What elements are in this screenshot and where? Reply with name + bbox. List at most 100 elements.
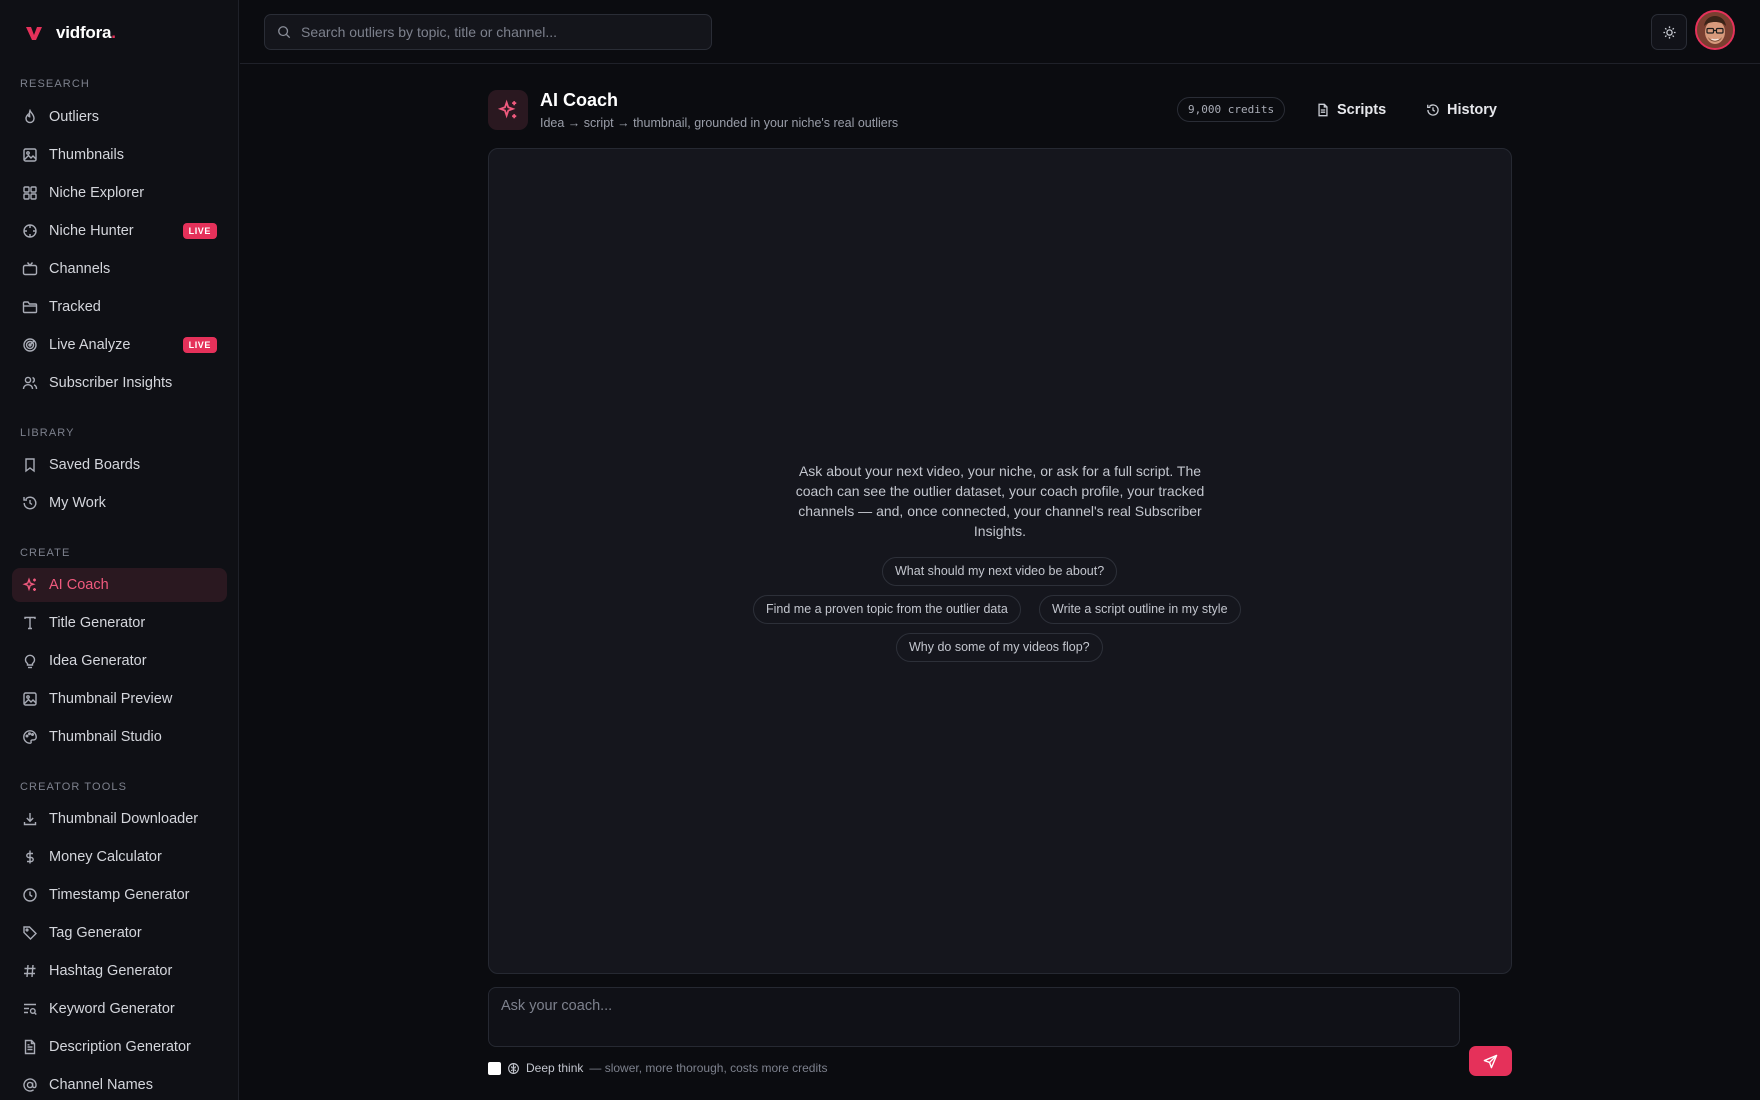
chat-intro-text: Ask about your next video, your niche, o…	[795, 463, 1205, 539]
suggestion-chip[interactable]: What should my next video be about?	[882, 557, 1118, 586]
send-icon	[1483, 1054, 1498, 1068]
history-icon	[1427, 104, 1439, 116]
brand-name: vidfora	[56, 23, 112, 42]
sidebar-item-description-generator[interactable]: Description Generator	[12, 1030, 227, 1064]
suggestion-chip[interactable]: Find me a proven topic from the outlier …	[753, 595, 1021, 624]
deep-think-label: Deep think	[526, 1061, 584, 1075]
live-badge: LIVE	[182, 223, 217, 239]
history-icon	[23, 496, 37, 510]
image-icon	[23, 692, 37, 706]
sidebar-item-label: Description Generator	[49, 1039, 191, 1055]
dollar-icon	[26, 850, 34, 864]
sidebar-item-label: Timestamp Generator	[49, 887, 190, 903]
sidebar-item-label: Subscriber Insights	[49, 375, 173, 391]
sidebar-item-tracked[interactable]: Tracked	[12, 290, 227, 324]
chat-composer	[488, 987, 1460, 1047]
sidebar-item-label: Money Calculator	[49, 849, 162, 865]
tv-icon	[22, 262, 38, 276]
sidebar-item-label: Hashtag Generator	[49, 963, 173, 979]
sidebar-item-thumbnail-preview[interactable]: Thumbnail Preview	[12, 682, 227, 716]
sidebar-item-thumbnail-downloader[interactable]: Thumbnail Downloader	[12, 802, 227, 836]
crosshair-icon	[23, 224, 37, 238]
sidebar-item-label: Thumbnail Studio	[49, 729, 162, 745]
scripts-button[interactable]: Scripts	[1316, 96, 1386, 124]
sidebar-item-label: Keyword Generator	[49, 1001, 175, 1017]
sidebar-item-tag-generator[interactable]: Tag Generator	[12, 916, 227, 950]
sidebar-item-keyword-generator[interactable]: Keyword Generator	[12, 992, 227, 1026]
sidebar-item-label: Niche Hunter	[49, 223, 134, 239]
sidebar-item-money-calculator[interactable]: Money Calculator	[12, 840, 227, 874]
sidebar-item-subscriber-insights[interactable]: Subscriber Insights	[12, 366, 227, 400]
sidebar-item-label: Live Analyze	[49, 337, 131, 353]
sidebar-item-title-generator[interactable]: Title Generator	[12, 606, 227, 640]
file-text-icon	[1318, 103, 1328, 117]
sidebar-item-saved-boards[interactable]: Saved Boards	[12, 448, 227, 482]
coach-icon-tile	[488, 90, 528, 130]
scripts-label: Scripts	[1337, 102, 1387, 118]
search-box[interactable]	[264, 14, 712, 50]
sidebar-item-thumbnails[interactable]: Thumbnails	[12, 138, 227, 172]
tag-icon	[23, 926, 37, 940]
radar-icon	[23, 338, 37, 352]
sidebar-item-label: Title Generator	[49, 615, 146, 631]
sidebar-item-label: Saved Boards	[49, 457, 141, 473]
sun-icon	[1662, 25, 1676, 39]
vidfora-logo-icon	[26, 27, 42, 40]
suggestion-chip[interactable]: Why do some of my videos flop?	[896, 633, 1103, 662]
bookmark-icon	[25, 458, 35, 473]
section-label-create: CREATE	[20, 547, 71, 559]
sidebar: vidfora . RESEARCH Outliers Thumbnails N…	[0, 0, 239, 1100]
sidebar-item-niche-hunter[interactable]: Niche Hunter LIVE	[12, 214, 227, 248]
deep-think-hint: — slower, more thorough, costs more cred…	[589, 1061, 828, 1075]
chat-panel: Ask about your next video, your niche, o…	[488, 148, 1512, 974]
sparkles-icon	[22, 577, 36, 592]
sidebar-item-label: Tracked	[49, 299, 101, 315]
suggestion-chip[interactable]: Write a script outline in my style	[1039, 595, 1241, 624]
search-input[interactable]	[301, 24, 701, 40]
send-button[interactable]	[1469, 1046, 1512, 1076]
chat-input[interactable]	[501, 998, 1441, 1038]
grid-icon	[23, 186, 37, 200]
section-label-library: LIBRARY	[20, 427, 75, 439]
theme-toggle-button[interactable]	[1651, 14, 1687, 50]
sidebar-item-label: Idea Generator	[49, 653, 147, 669]
section-label-research: RESEARCH	[20, 78, 90, 90]
page-title: AI Coach	[540, 90, 619, 110]
sidebar-item-niche-explorer[interactable]: Niche Explorer	[12, 176, 227, 210]
sidebar-item-hashtag-generator[interactable]: Hashtag Generator	[12, 954, 227, 988]
user-avatar[interactable]	[1695, 10, 1735, 50]
hash-icon	[24, 964, 36, 978]
sidebar-item-label: Thumbnail Downloader	[49, 811, 199, 827]
sidebar-item-label: Thumbnail Preview	[49, 691, 173, 707]
search-icon	[278, 26, 291, 39]
flame-icon	[25, 109, 35, 124]
sidebar-item-label: Niche Explorer	[49, 185, 145, 201]
sidebar-item-outliers[interactable]: Outliers	[12, 100, 227, 134]
brain-icon	[508, 1062, 519, 1074]
sidebar-item-live-analyze[interactable]: Live Analyze LIVE	[12, 328, 227, 362]
deep-think-checkbox[interactable]	[488, 1061, 501, 1075]
sidebar-item-ai-coach[interactable]: AI Coach	[12, 568, 227, 602]
history-label: History	[1447, 102, 1497, 118]
palette-icon	[23, 730, 37, 744]
sidebar-item-label: AI Coach	[49, 577, 109, 593]
section-label-creator-tools: CREATOR TOOLS	[20, 781, 128, 793]
sidebar-item-timestamp-generator[interactable]: Timestamp Generator	[12, 878, 227, 912]
sidebar-item-thumbnail-studio[interactable]: Thumbnail Studio	[12, 720, 227, 754]
folder-icon	[22, 301, 38, 314]
sidebar-item-label: Channels	[49, 261, 111, 277]
lightbulb-icon	[24, 654, 36, 669]
credits-badge: 9,000 credits	[1177, 97, 1286, 122]
type-icon	[24, 616, 36, 630]
sidebar-item-idea-generator[interactable]: Idea Generator	[12, 644, 227, 678]
sidebar-item-label: Tag Generator	[49, 925, 142, 941]
sidebar-item-channels[interactable]: Channels	[12, 252, 227, 286]
deep-think-row: Deep think — slower, more thorough, cost…	[488, 1059, 827, 1077]
history-button[interactable]: History	[1426, 96, 1497, 124]
topbar	[240, 0, 1760, 64]
sidebar-item-my-work[interactable]: My Work	[12, 486, 227, 520]
brand-logo[interactable]: vidfora .	[24, 22, 116, 44]
sidebar-item-label: Channel Names	[49, 1077, 153, 1093]
sidebar-item-channel-names[interactable]: Channel Names	[12, 1068, 227, 1100]
page-subtitle: Idea → script → thumbnail, grounded in y…	[540, 116, 899, 130]
